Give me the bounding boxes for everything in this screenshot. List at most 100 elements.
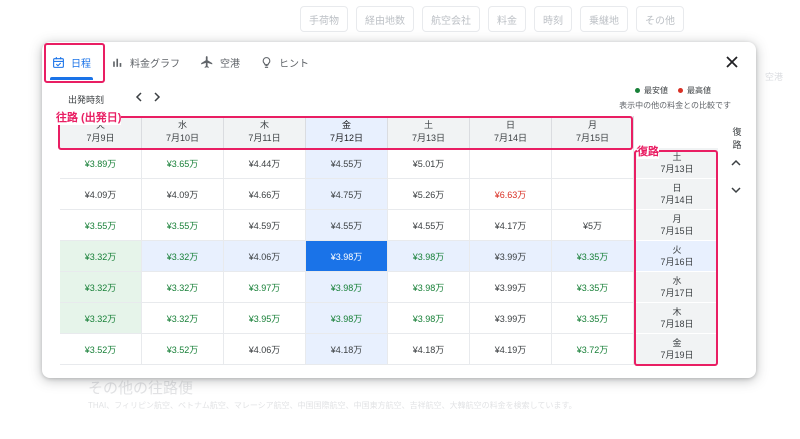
outbound-date: 7月12日	[329, 133, 364, 143]
tab-airports[interactable]: 空港	[190, 42, 250, 82]
price-cell[interactable]: ¥6.63万	[470, 179, 552, 210]
date-grid-dialog: 日程 料金グラフ 空港 ヒント 出発時刻 最安値 最高値 表示中の他の料金との比…	[42, 42, 756, 378]
price-cell[interactable]: ¥3.98万	[306, 241, 388, 272]
price-cell	[552, 179, 634, 210]
close-button[interactable]	[722, 52, 742, 72]
price-cell[interactable]: ¥3.52万	[142, 334, 224, 365]
tab-price-graph[interactable]: 料金グラフ	[101, 42, 190, 82]
dialog-tabs: 日程 料金グラフ 空港 ヒント	[42, 42, 319, 82]
price-cell[interactable]: ¥3.97万	[224, 272, 306, 303]
price-cell[interactable]: ¥4.09万	[60, 179, 142, 210]
price-cell[interactable]: ¥4.09万	[142, 179, 224, 210]
background-filter-chip: 料金	[488, 6, 526, 32]
price-cell	[552, 148, 634, 179]
return-weekday: 火	[672, 245, 682, 255]
outbound-weekday: 月	[587, 120, 597, 130]
price-cell[interactable]: ¥3.35万	[552, 272, 634, 303]
price-cell[interactable]: ¥3.99万	[470, 303, 552, 334]
previous-dates-button[interactable]	[132, 90, 146, 104]
tab-label: 空港	[220, 58, 240, 70]
return-date-label: 月 7月15日	[636, 210, 718, 241]
return-column-title: 復路	[732, 127, 742, 150]
return-date-label: 水 7月17日	[636, 272, 718, 303]
return-date: 7月15日	[660, 226, 694, 236]
background-filter-chip: 乗継地	[580, 6, 628, 32]
return-weekday: 木	[672, 307, 682, 317]
chevron-up-icon	[731, 159, 741, 166]
outbound-date-header: 月 7月15日	[552, 116, 634, 148]
price-cell[interactable]: ¥3.35万	[552, 303, 634, 334]
price-cell[interactable]: ¥3.72万	[552, 334, 634, 365]
price-cell[interactable]: ¥4.55万	[306, 210, 388, 241]
chevron-left-icon	[135, 92, 142, 102]
tab-dates[interactable]: 日程	[42, 42, 101, 82]
price-cell[interactable]: ¥3.35万	[552, 241, 634, 272]
compare-note: 表示中の他の料金との比較です	[619, 101, 731, 110]
price-cell[interactable]: ¥3.32万	[142, 241, 224, 272]
bar-chart-icon	[113, 58, 122, 67]
lightbulb-icon	[262, 56, 271, 68]
outbound-date: 7月11日	[248, 133, 281, 143]
price-cell[interactable]: ¥5.01万	[388, 148, 470, 179]
outbound-date: 7月14日	[493, 133, 528, 143]
price-cell[interactable]: ¥4.18万	[388, 334, 470, 365]
price-cell[interactable]: ¥4.18万	[306, 334, 388, 365]
return-weekday: 水	[672, 276, 682, 286]
price-cell[interactable]: ¥3.98万	[388, 241, 470, 272]
price-cell[interactable]: ¥3.65万	[142, 148, 224, 179]
outbound-weekday: 水	[177, 120, 187, 130]
price-cell[interactable]: ¥3.98万	[306, 272, 388, 303]
return-weekday: 日	[672, 183, 682, 193]
price-cell[interactable]: ¥3.98万	[306, 303, 388, 334]
annotation-outbound-label: 往路 (出発日)	[56, 109, 122, 125]
price-cell[interactable]: ¥4.06万	[224, 334, 306, 365]
price-cell[interactable]: ¥3.32万	[60, 303, 142, 334]
price-cell[interactable]: ¥4.17万	[470, 210, 552, 241]
price-cell[interactable]: ¥3.98万	[388, 303, 470, 334]
next-dates-button[interactable]	[150, 90, 164, 104]
outbound-date-header: 土 7月13日	[388, 116, 470, 148]
tab-tips[interactable]: ヒント	[250, 42, 319, 82]
return-up-button[interactable]	[728, 155, 744, 171]
outbound-weekday: 木	[259, 120, 269, 130]
price-cell[interactable]: ¥4.59万	[224, 210, 306, 241]
price-cell[interactable]: ¥4.55万	[306, 148, 388, 179]
price-cell[interactable]: ¥4.75万	[306, 179, 388, 210]
calendar-icon	[53, 56, 64, 68]
price-cell[interactable]: ¥3.99万	[470, 272, 552, 303]
price-cell[interactable]: ¥3.32万	[60, 272, 142, 303]
legend-highest: 最高値	[678, 85, 711, 96]
price-cell[interactable]: ¥3.52万	[60, 334, 142, 365]
background-filter-bar: 手荷物 経由地数 航空会社 料金 時刻 乗継地 その他	[300, 6, 800, 32]
outbound-weekday: 土	[423, 120, 433, 130]
price-cell	[470, 148, 552, 179]
price-cell[interactable]: ¥4.44万	[224, 148, 306, 179]
price-cell[interactable]: ¥3.99万	[470, 241, 552, 272]
background-section-title: その他の往路便	[88, 380, 194, 397]
background-filter-chip: 経由地数	[356, 6, 414, 32]
airplane-icon	[201, 56, 213, 68]
outbound-date: 7月15日	[575, 133, 610, 143]
outbound-date: 7月13日	[411, 133, 446, 143]
price-cell[interactable]: ¥5万	[552, 210, 634, 241]
return-down-button[interactable]	[728, 182, 744, 198]
price-cell[interactable]: ¥4.55万	[388, 210, 470, 241]
price-cell[interactable]: ¥3.95万	[224, 303, 306, 334]
price-cell[interactable]: ¥4.66万	[224, 179, 306, 210]
price-cell[interactable]: ¥3.98万	[388, 272, 470, 303]
return-date: 7月13日	[660, 164, 694, 174]
price-cell[interactable]: ¥3.55万	[60, 210, 142, 241]
price-cell[interactable]: ¥3.32万	[142, 272, 224, 303]
price-cell[interactable]: ¥3.89万	[60, 148, 142, 179]
outbound-date-header: 木 7月11日	[224, 116, 306, 148]
legend-lowest-label: 最安値	[644, 86, 668, 95]
price-cell[interactable]: ¥3.32万	[60, 241, 142, 272]
background-section-subtitle: THAI、フィリピン航空、ベトナム航空、マレーシア航空、中国国際航空、中国東方航…	[88, 401, 577, 410]
price-cell[interactable]: ¥4.06万	[224, 241, 306, 272]
price-cell[interactable]: ¥3.32万	[142, 303, 224, 334]
price-cell[interactable]: ¥3.55万	[142, 210, 224, 241]
price-cell[interactable]: ¥5.26万	[388, 179, 470, 210]
annotation-return-label: 復路	[637, 143, 659, 159]
outbound-date-header: 水 7月10日	[142, 116, 224, 148]
price-cell[interactable]: ¥4.19万	[470, 334, 552, 365]
